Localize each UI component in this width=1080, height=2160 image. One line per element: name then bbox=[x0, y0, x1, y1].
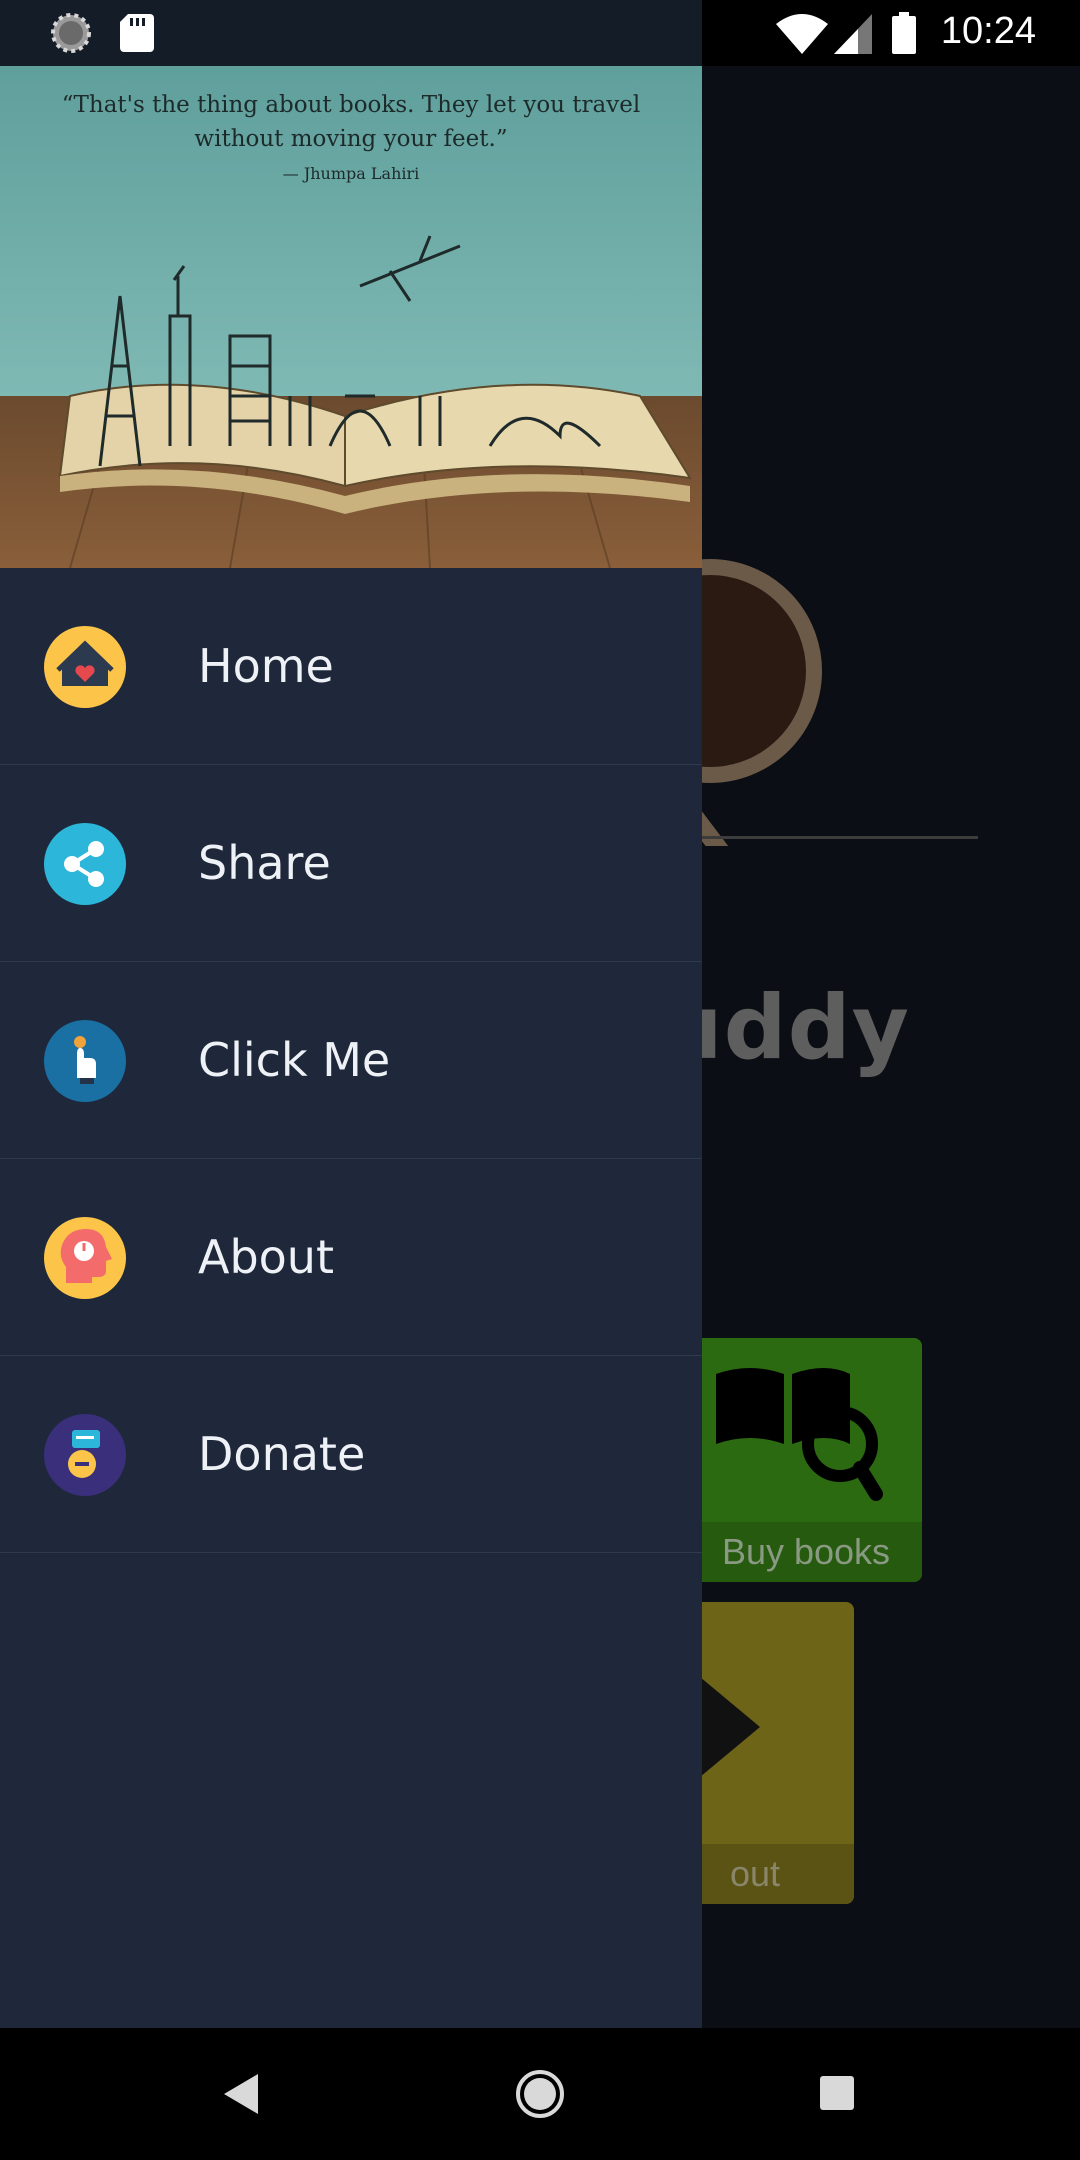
wifi-icon bbox=[776, 14, 828, 58]
head-profile-icon bbox=[44, 1217, 126, 1299]
about-tile[interactable]: out bbox=[690, 1602, 854, 1904]
signal-icon bbox=[834, 14, 872, 58]
menu-label-about: About bbox=[198, 1230, 335, 1284]
battery-icon bbox=[892, 12, 916, 58]
menu-label-share: Share bbox=[198, 836, 331, 890]
menu-label-donate: Donate bbox=[198, 1427, 366, 1481]
share-icon bbox=[44, 823, 126, 905]
menu-item-click-me[interactable]: Click Me bbox=[0, 962, 702, 1159]
header-quote-line-1: “That's the thing about books. They let … bbox=[61, 92, 641, 118]
back-icon[interactable] bbox=[224, 2074, 260, 2118]
drawer-header-image: “That's the thing about books. They let … bbox=[0, 66, 702, 568]
play-arrow-icon bbox=[690, 1652, 780, 1806]
menu-item-home[interactable]: Home bbox=[0, 568, 702, 765]
system-navigation-bar bbox=[0, 2028, 1080, 2160]
header-quote: “That's the thing about books. They let … bbox=[0, 88, 702, 156]
header-quote-author: — Jhumpa Lahiri bbox=[282, 164, 420, 183]
navigation-drawer: “That's the thing about books. They let … bbox=[0, 66, 702, 2028]
header-quote-line-2: without moving your feet.” bbox=[194, 126, 508, 152]
sd-card-icon bbox=[120, 14, 154, 56]
recents-icon[interactable] bbox=[820, 2076, 854, 2114]
donate-medal-icon bbox=[44, 1414, 126, 1496]
loading-spinner-icon bbox=[50, 12, 92, 58]
about-tile-label: out bbox=[690, 1844, 854, 1904]
buy-books-tile[interactable]: Buy books bbox=[690, 1338, 922, 1582]
menu-item-donate[interactable]: Donate bbox=[0, 1356, 702, 1553]
background-divider bbox=[702, 836, 978, 839]
home-heart-icon bbox=[44, 626, 126, 708]
tap-hand-icon bbox=[44, 1020, 126, 1102]
status-time: 10:24 bbox=[940, 10, 1036, 52]
buy-books-label: Buy books bbox=[690, 1522, 922, 1582]
book-search-icon bbox=[700, 1354, 900, 1508]
menu-item-about[interactable]: About bbox=[0, 1159, 702, 1356]
menu-label-home: Home bbox=[198, 639, 334, 693]
menu-label-click-me: Click Me bbox=[198, 1033, 391, 1087]
home-icon[interactable] bbox=[514, 2068, 566, 2124]
status-bar: 10:24 bbox=[0, 0, 1080, 66]
status-bar-drawer-section bbox=[0, 0, 702, 66]
menu-item-share[interactable]: Share bbox=[0, 765, 702, 962]
